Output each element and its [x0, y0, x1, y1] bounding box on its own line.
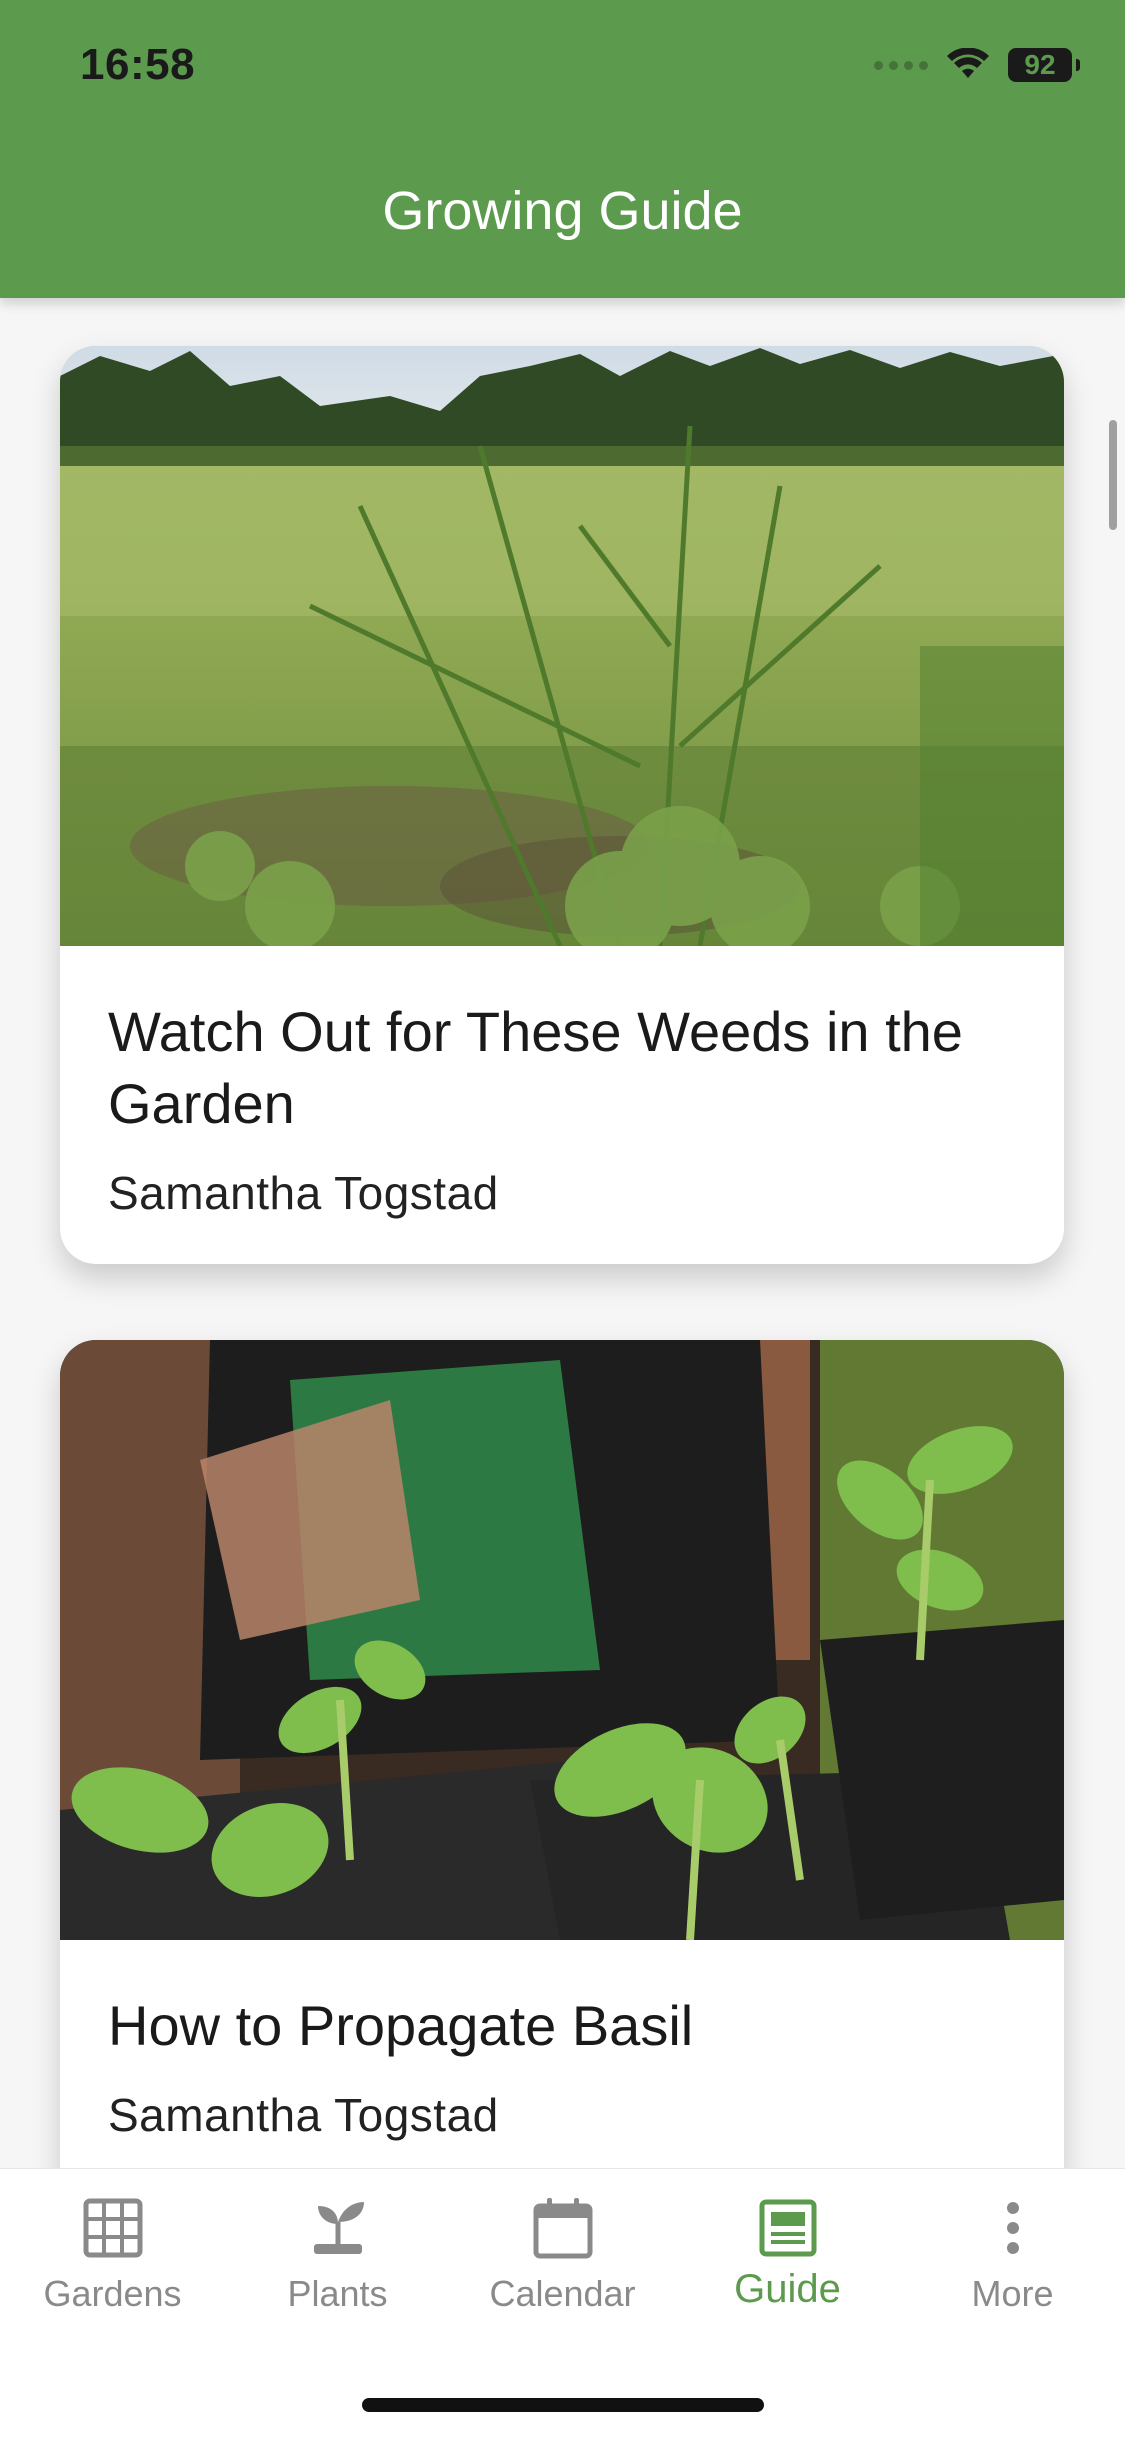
- page-title: Growing Guide: [382, 181, 743, 241]
- sprout-icon: [225, 2193, 450, 2263]
- tab-more[interactable]: More: [900, 2193, 1125, 2315]
- bottom-tab-bar: Gardens Plants Calendar Guide More: [0, 2168, 1125, 2437]
- tab-plants[interactable]: Plants: [225, 2193, 450, 2315]
- article-card-body: Watch Out for These Weeds in the Garden …: [60, 946, 1064, 1220]
- grid-icon: [0, 2193, 225, 2263]
- tab-label: More: [971, 2273, 1054, 2314]
- tab-label: Calendar: [489, 2273, 636, 2314]
- status-indicators: 92: [874, 48, 1080, 82]
- tab-gardens[interactable]: Gardens: [0, 2193, 225, 2315]
- tab-calendar[interactable]: Calendar: [450, 2193, 675, 2315]
- scroll-indicator[interactable]: [1109, 420, 1117, 530]
- more-vertical-icon: [900, 2193, 1125, 2263]
- article-card[interactable]: Watch Out for These Weeds in the Garden …: [60, 346, 1064, 1264]
- calendar-icon: [450, 2193, 675, 2263]
- article-image-basil: [60, 1340, 1064, 1940]
- article-card[interactable]: How to Propagate Basil Samantha Togstad: [60, 1340, 1064, 2168]
- tab-label: Guide: [734, 2267, 841, 2311]
- article-title[interactable]: How to Propagate Basil: [108, 1990, 1016, 2062]
- article-list[interactable]: Watch Out for These Weeds in the Garden …: [0, 298, 1125, 2168]
- article-author: Samantha Togstad: [108, 1167, 499, 1219]
- article-card-body: How to Propagate Basil Samantha Togstad: [60, 1940, 1064, 2142]
- wifi-icon: [946, 48, 990, 82]
- tab-guide[interactable]: Guide: [675, 2193, 900, 2312]
- guide-icon: [675, 2193, 900, 2263]
- status-time: 16:58: [80, 40, 196, 89]
- home-indicator[interactable]: [362, 2398, 764, 2412]
- article-author: Samantha Togstad: [108, 2089, 499, 2141]
- article-title[interactable]: Watch Out for These Weeds in the Garden: [108, 996, 1016, 1140]
- tab-label: Plants: [287, 2273, 388, 2314]
- battery-icon: 92: [1008, 48, 1080, 82]
- app-header: 16:58 92 Growing Guide: [0, 0, 1125, 298]
- article-image-weeds: [60, 346, 1064, 946]
- tab-label: Gardens: [43, 2273, 182, 2314]
- cellular-signal-icon: [874, 60, 928, 70]
